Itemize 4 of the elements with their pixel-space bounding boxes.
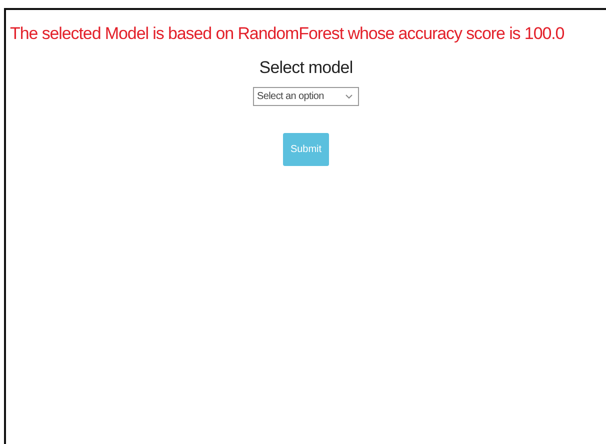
model-select[interactable]: Select an option bbox=[253, 87, 359, 106]
chevron-down-icon bbox=[345, 94, 353, 99]
result-message: The selected Model is based on RandomForest whose accuracy score is 100.0 bbox=[10, 24, 564, 44]
form-heading: Select model bbox=[259, 58, 353, 78]
